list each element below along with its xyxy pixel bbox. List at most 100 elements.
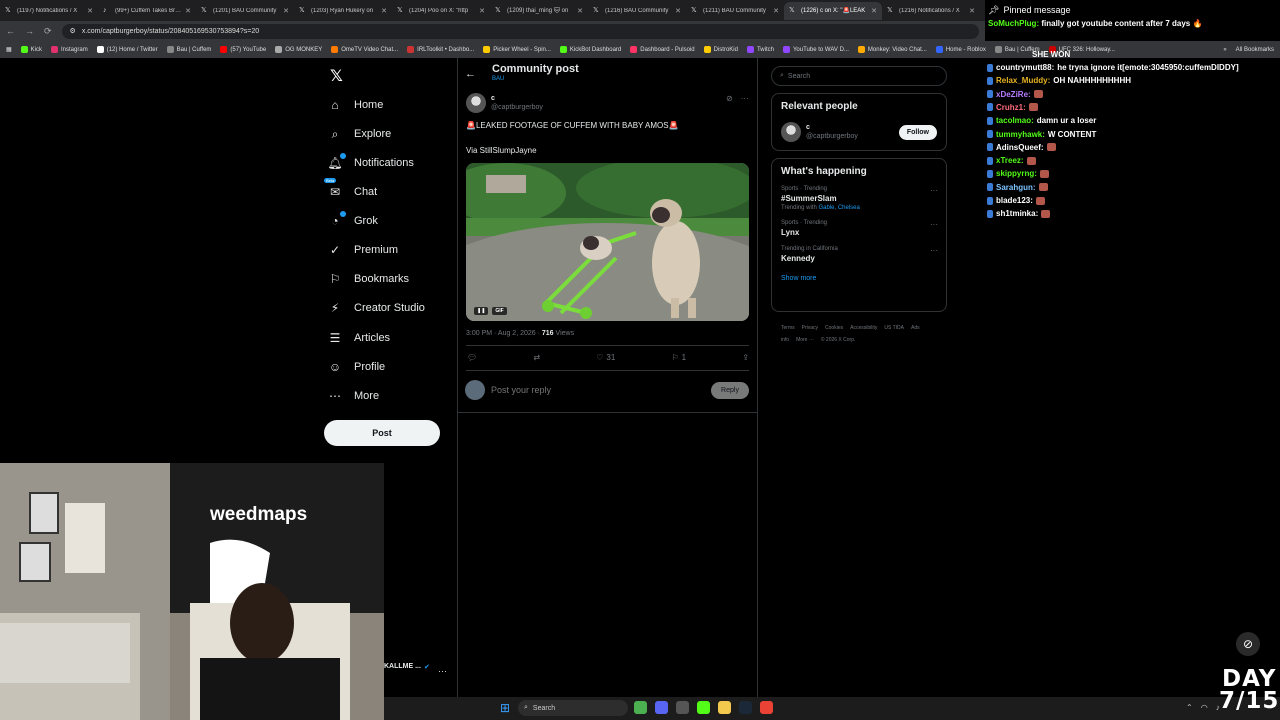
x-logo-icon[interactable]: 𝕏 [330, 66, 343, 86]
show-more-link[interactable]: Show more [772, 263, 946, 291]
browser-tab[interactable]: 𝕏 (1204) Poo on X: "http ✕ [392, 2, 490, 20]
back-arrow-icon[interactable]: ← [465, 68, 476, 80]
like-action[interactable]: ♡ 31 [596, 353, 615, 362]
avatar[interactable] [465, 380, 485, 400]
close-icon[interactable]: ✕ [871, 7, 877, 15]
nav-item-more[interactable]: ⋯ More [328, 389, 379, 403]
search-field[interactable]: ⌕ Search [771, 66, 947, 86]
footer-link[interactable]: Cookies [825, 325, 843, 331]
reply-button[interactable]: Reply [711, 381, 749, 399]
chat-username[interactable]: Relax_Muddy: [996, 76, 1050, 85]
bookmark-item[interactable]: OG MONKEY [275, 46, 322, 53]
site-info-icon[interactable]: ⚙ [70, 27, 76, 35]
close-icon[interactable]: ✕ [185, 7, 191, 15]
bookmark-item[interactable]: Dashboard - Pulsoid [630, 46, 695, 53]
windows-start-icon[interactable]: ⊞ [500, 701, 510, 715]
nav-item-profile[interactable]: ☺ Profile [328, 360, 385, 374]
community-link[interactable]: BAU [492, 76, 579, 82]
back-arrow-icon[interactable]: ← [6, 26, 15, 36]
all-bookmarks[interactable]: All Bookmarks [1236, 47, 1274, 53]
folder-icon[interactable] [718, 701, 731, 714]
reply-input[interactable] [491, 385, 705, 395]
nav-item-explore[interactable]: ⌕ Explore [328, 127, 392, 141]
pause-icon[interactable]: ❚❚ [474, 307, 489, 315]
browser-tab[interactable]: 𝕏 (1209) thai_ming 🐱 on ✕ [490, 2, 588, 20]
nav-item-premium[interactable]: ✓ Premium [328, 243, 398, 257]
kick-icon[interactable] [697, 701, 710, 714]
footer-link[interactable]: Terms [781, 325, 795, 331]
relevant-person[interactable]: c @captburgerboy Follow [772, 112, 946, 152]
chrome-icon[interactable] [760, 701, 773, 714]
bookmark-item[interactable]: Kick [20, 46, 42, 53]
close-icon[interactable]: ✕ [675, 7, 681, 15]
chat-username[interactable]: xDeZiRe: [996, 90, 1031, 99]
stream-account[interactable]: KALLME ... ✔ [384, 663, 430, 671]
chrome-icon[interactable] [634, 701, 647, 714]
person-name[interactable]: c [806, 124, 858, 131]
taskbar-search[interactable]: ⌕ Search [518, 700, 628, 716]
bookmark-item[interactable]: Twitch [746, 46, 774, 53]
browser-tab[interactable]: 𝕏 (1211) BAU Community ✕ [686, 2, 784, 20]
bookmark-item[interactable]: KickBot Dashboard [559, 46, 621, 53]
more-options-icon[interactable]: ··· [438, 666, 447, 676]
trend-with-link[interactable]: Gable, Chelsea [818, 205, 859, 211]
chat-username[interactable]: countrymutt88: [996, 63, 1054, 72]
avatar[interactable] [466, 93, 486, 113]
nav-item-chat[interactable]: ✉ Beta Chat [324, 178, 377, 199]
browser-tab[interactable]: 𝕏 (1203) Ryan Hukery on ✕ [294, 2, 392, 20]
bookmark-item[interactable]: OmeTV Video Chat... [331, 46, 398, 53]
bookmark-item[interactable]: DistroKid [703, 46, 738, 53]
nav-item-grok[interactable]: ◔ Grok [328, 211, 378, 228]
close-icon[interactable]: ✕ [773, 7, 779, 15]
repost-action[interactable]: ⇄ [533, 353, 540, 362]
author-handle[interactable]: @captburgerboy [491, 104, 543, 111]
trend-item[interactable]: Sports · Trending Lynx ··· [772, 220, 946, 237]
more-options-icon[interactable]: ··· [741, 94, 749, 103]
close-icon[interactable]: ✕ [577, 7, 583, 15]
footer-link[interactable]: Privacy [802, 325, 818, 331]
close-icon[interactable]: ✕ [283, 7, 289, 15]
bookmark-item[interactable]: Home - Roblox [935, 46, 986, 53]
footer-link[interactable]: More ··· [796, 337, 814, 343]
share-action[interactable]: ⇪ [742, 353, 749, 362]
reply-action[interactable]: 💬︎ [467, 353, 477, 362]
follow-button[interactable]: Follow [898, 124, 937, 140]
person-handle[interactable]: @captburgerboy [806, 133, 858, 140]
reload-icon[interactable]: ⟳ [44, 26, 52, 37]
browser-tab[interactable]: 𝕏 (1201) BAU Community ✕ [196, 2, 294, 20]
avatar[interactable] [781, 122, 801, 142]
chat-username[interactable]: xTreez: [996, 156, 1024, 165]
nav-item-notifications[interactable]: 🔔︎ Notifications [327, 153, 414, 170]
bookmark-action[interactable]: ⚐ 1 [671, 353, 686, 362]
close-icon[interactable]: ✕ [381, 7, 387, 15]
post-author[interactable]: c @captburgerboy [466, 93, 543, 113]
more-options-icon[interactable]: ··· [930, 186, 938, 195]
author-name[interactable]: c [491, 95, 543, 102]
chat-username[interactable]: tacolmao: [996, 116, 1034, 125]
steam-icon[interactable] [739, 701, 752, 714]
app-icon[interactable] [676, 701, 689, 714]
nav-item-home[interactable]: ⌂ Home [328, 98, 383, 112]
post-button[interactable]: Post [324, 420, 440, 446]
chat-username[interactable]: skippyrng: [996, 169, 1037, 178]
post-gif[interactable]: ❚❚ GIF [466, 163, 749, 321]
bookmark-item[interactable]: (12) Home / Twitter [96, 46, 158, 53]
bookmark-item[interactable]: Picker Wheel - Spin... [483, 46, 551, 53]
chevron-up-icon[interactable]: ⌃ [1186, 703, 1193, 712]
browser-tab[interactable]: ♪ (99+) Cuffem Takes Bree ✕ [98, 2, 196, 20]
more-options-icon[interactable]: ··· [930, 220, 938, 229]
close-icon[interactable]: ✕ [479, 7, 485, 15]
trend-item[interactable]: Sports · Trending #SummerSlam Trending wit… [772, 186, 946, 211]
bookmark-item[interactable]: Bau | Cuffem [166, 46, 211, 53]
forward-arrow-icon[interactable]: → [25, 26, 34, 36]
chat-username[interactable]: tummyhawk: [996, 130, 1045, 139]
browser-tab[interactable]: 𝕏 (1216) Notifications / X ✕ [882, 2, 980, 20]
chat-username[interactable]: Cruhz1: [996, 103, 1026, 112]
nav-item-bookmarks[interactable]: ⚐ Bookmarks [328, 272, 409, 286]
browser-tab[interactable]: 𝕏 (1226) c on X: "🚨LEAK ✕ [784, 1, 882, 20]
bookmark-item[interactable]: Monkey: Video Chat... [857, 46, 927, 53]
chat-username[interactable]: AdinsQueef: [996, 143, 1044, 152]
browser-tab[interactable]: 𝕏 (1197) Notifications / X ✕ [0, 2, 98, 20]
browser-tab[interactable]: 𝕏 (1216) BAU Community ✕ [588, 2, 686, 20]
more-options-icon[interactable]: ··· [930, 246, 938, 255]
